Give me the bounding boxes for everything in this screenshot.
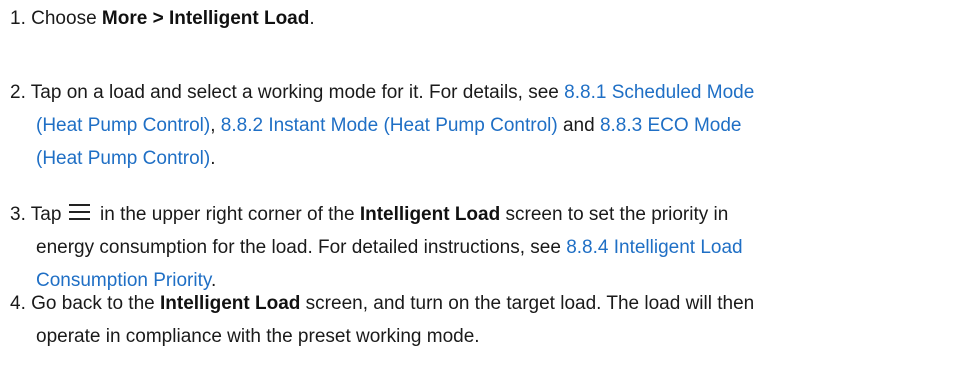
link-instant-mode[interactable]: 8.8.2 Instant Mode (Heat Pump Control)	[221, 115, 558, 136]
step-number: 3.	[10, 204, 26, 225]
instruction-steps: 1. Choose More > Intelligent Load. 2. Ta…	[0, 0, 954, 368]
link-instant-mode-label[interactable]: 8.8.2 Instant Mode (Heat Pump Control)	[221, 115, 558, 136]
step-text: Tap on a load and select a working mode …	[30, 82, 565, 103]
step-text: Go back to the	[31, 293, 160, 314]
link-scheduled-mode-part-1[interactable]: 8.8.1 Scheduled Mode	[564, 82, 754, 103]
step-text: screen to set the priority in	[500, 204, 729, 225]
step-4-line-1: 4. Go back to the Intelligent Load scree…	[10, 287, 950, 320]
step-2: 2. Tap on a load and select a working mo…	[10, 76, 950, 175]
separator: ,	[210, 115, 221, 136]
step-3-line-2: energy consumption for the load. For det…	[10, 231, 950, 264]
step-3: 3. Tap in the upper right corner of the …	[10, 198, 950, 297]
link-consumption-priority[interactable]: 8.8.4 Intelligent Load	[566, 237, 742, 258]
link-scheduled-mode[interactable]: 8.8.1 Scheduled Mode	[564, 82, 754, 103]
link-consumption-priority-part-1[interactable]: 8.8.4 Intelligent Load	[566, 237, 742, 258]
step-4-line-2: operate in compliance with the preset wo…	[10, 320, 950, 353]
menu-icon	[68, 204, 90, 221]
menu-path: More > Intelligent Load	[101, 8, 310, 29]
separator: and	[557, 115, 600, 136]
link-scheduled-mode-part-2[interactable]: (Heat Pump Control)	[36, 115, 210, 136]
step-1-line-1: 1. Choose More > Intelligent Load.	[10, 2, 950, 35]
step-text: energy consumption for the load. For det…	[36, 237, 567, 258]
screen-name: Intelligent Load	[160, 293, 301, 314]
screen-name: Intelligent Load	[359, 204, 501, 225]
step-text-end: .	[309, 8, 315, 29]
link-scheduled-mode-cont[interactable]: (Heat Pump Control)	[36, 115, 210, 136]
step-text: Tap	[30, 204, 62, 225]
step-2-line-2: (Heat Pump Control), 8.8.2 Instant Mode …	[10, 109, 950, 142]
link-eco-mode[interactable]: 8.8.3 ECO Mode	[600, 115, 742, 136]
step-text: Choose	[31, 8, 102, 29]
step-1: 1. Choose More > Intelligent Load.	[10, 2, 950, 35]
step-text: screen, and turn on the target load. The…	[300, 293, 755, 314]
link-eco-mode-cont[interactable]: (Heat Pump Control)	[36, 148, 210, 169]
step-text-end: .	[210, 148, 216, 169]
step-4: 4. Go back to the Intelligent Load scree…	[10, 287, 950, 353]
step-number: 1.	[10, 8, 26, 29]
step-2-line-3: (Heat Pump Control).	[10, 142, 950, 175]
step-number: 4.	[10, 293, 26, 314]
link-eco-mode-part-1[interactable]: 8.8.3 ECO Mode	[600, 115, 742, 136]
step-text: in the upper right corner of the	[100, 204, 360, 225]
step-text: operate in compliance with the preset wo…	[36, 326, 480, 347]
link-eco-mode-part-2[interactable]: (Heat Pump Control)	[36, 148, 210, 169]
step-number: 2.	[10, 82, 26, 103]
step-2-line-1: 2. Tap on a load and select a working mo…	[10, 76, 950, 109]
step-3-line-1: 3. Tap in the upper right corner of the …	[10, 198, 950, 231]
